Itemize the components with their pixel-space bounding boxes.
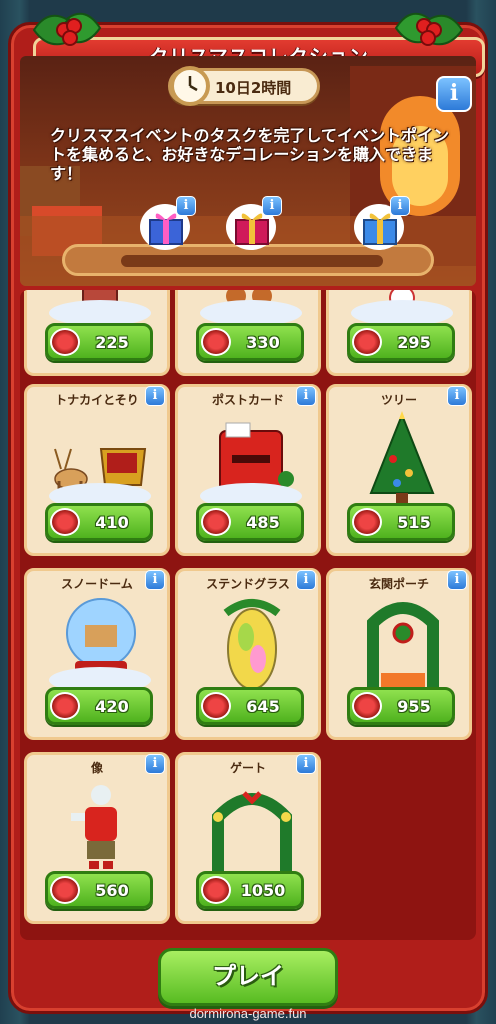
event-point-coin-icon — [352, 508, 382, 536]
buy-button[interactable]: 225 — [45, 323, 153, 361]
event-point-coin-icon — [201, 328, 231, 356]
item-info-button[interactable]: i — [296, 754, 316, 774]
item-price: 485 — [246, 513, 280, 532]
event-info-button[interactable]: i — [436, 76, 472, 112]
item-price: 295 — [397, 333, 431, 352]
event-point-coin-icon — [50, 508, 80, 536]
buy-button[interactable]: 955 — [347, 687, 455, 725]
buy-button[interactable]: 1050 — [196, 871, 304, 909]
decoration-card[interactable]: 像 i 560 — [24, 752, 170, 924]
stained-glass-image — [196, 593, 306, 693]
chimney-decoration-image — [45, 290, 155, 326]
progress-track — [121, 255, 383, 267]
decoration-card[interactable]: スノードーム i 420 — [24, 568, 170, 740]
item-info-button[interactable]: i — [447, 386, 467, 406]
reward-milestone[interactable]: i — [136, 196, 196, 256]
buy-button[interactable]: 645 — [196, 687, 304, 725]
event-point-coin-icon — [50, 876, 80, 904]
event-point-coin-icon — [201, 692, 231, 720]
item-price: 420 — [95, 697, 129, 716]
holly-icon — [32, 12, 102, 46]
event-description: クリスマスイベントのタスクを完了してイベントポイントを集めると、お好きなデコレー… — [50, 126, 450, 183]
event-point-coin-icon — [201, 508, 231, 536]
decoration-card[interactable]: 225 — [24, 290, 170, 376]
decoration-card[interactable]: 330 — [175, 290, 321, 376]
reward-milestone[interactable]: i — [350, 196, 410, 256]
item-price: 1050 — [240, 881, 286, 900]
statue-image — [45, 777, 155, 877]
front-porch-image — [347, 593, 457, 693]
timer-text: 10日2時間 — [215, 79, 292, 97]
item-info-button[interactable]: i — [145, 570, 165, 590]
decoration-card[interactable]: 295 — [326, 290, 472, 376]
buy-button[interactable]: 420 — [45, 687, 153, 725]
buy-button[interactable]: 330 — [196, 323, 304, 361]
watermark-text: dormirona-game.fun — [189, 1006, 307, 1021]
item-price: 410 — [95, 513, 129, 532]
event-point-coin-icon — [352, 328, 382, 356]
event-point-coin-icon — [352, 692, 382, 720]
item-price: 225 — [95, 333, 129, 352]
buy-button[interactable]: 485 — [196, 503, 304, 541]
play-button[interactable]: プレイ — [158, 948, 338, 1006]
holly-icon — [394, 12, 464, 46]
snow-globe-image — [45, 593, 155, 693]
decoration-card[interactable]: ツリー i 515 — [326, 384, 472, 556]
reward-milestone[interactable]: i — [222, 196, 282, 256]
decoration-card[interactable]: トナカイとそり i 410 — [24, 384, 170, 556]
reindeer-sleigh-image — [45, 409, 155, 509]
clock-icon — [170, 66, 210, 106]
item-price: 560 — [95, 881, 129, 900]
item-price: 645 — [246, 697, 280, 716]
event-point-coin-icon — [201, 876, 231, 904]
buy-button[interactable]: 560 — [45, 871, 153, 909]
item-price: 515 — [397, 513, 431, 532]
snowman-decoration-image — [347, 290, 457, 326]
christmas-tree-image — [347, 409, 457, 509]
decoration-card[interactable]: ポストカード i 485 — [175, 384, 321, 556]
decoration-card[interactable]: ステンドグラス i 645 — [175, 568, 321, 740]
item-info-button[interactable]: i — [145, 386, 165, 406]
item-price: 330 — [246, 333, 280, 352]
decoration-card[interactable]: 玄関ポーチ i 955 — [326, 568, 472, 740]
reward-info-button[interactable]: i — [176, 196, 196, 216]
decoration-card[interactable]: ゲート i 1050 — [175, 752, 321, 924]
reward-info-button[interactable]: i — [262, 196, 282, 216]
event-point-coin-icon — [50, 328, 80, 356]
item-info-button[interactable]: i — [145, 754, 165, 774]
buy-button[interactable]: 295 — [347, 323, 455, 361]
buy-button[interactable]: 410 — [45, 503, 153, 541]
item-price: 955 — [397, 697, 431, 716]
reward-info-button[interactable]: i — [390, 196, 410, 216]
gate-image — [196, 777, 306, 877]
item-info-button[interactable]: i — [447, 570, 467, 590]
buy-button[interactable]: 515 — [347, 503, 455, 541]
decoration-list[interactable]: 225 330 295 トナカイとそり i 410 ポストカード i 485 ツ… — [20, 290, 476, 940]
event-point-coin-icon — [50, 692, 80, 720]
item-info-button[interactable]: i — [296, 570, 316, 590]
cookie-decoration-image — [196, 290, 306, 326]
item-info-button[interactable]: i — [296, 386, 316, 406]
mailbox-image — [196, 409, 306, 509]
